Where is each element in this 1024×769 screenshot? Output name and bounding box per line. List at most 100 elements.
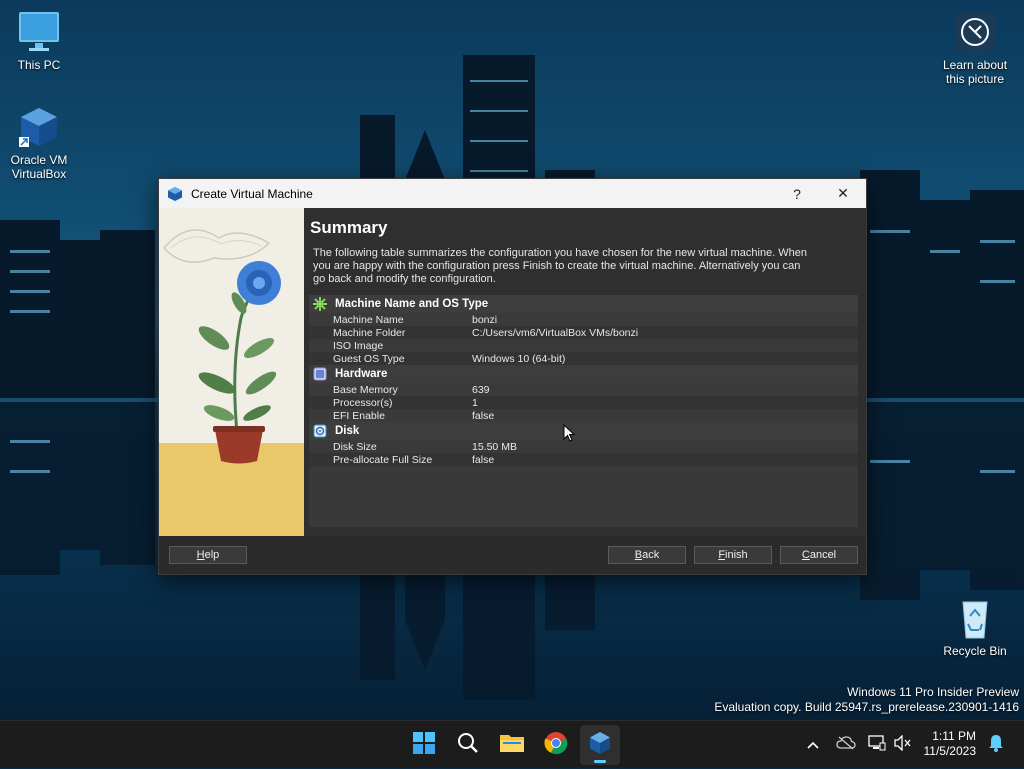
desktop-icon-this-pc[interactable]: This PC <box>0 10 79 72</box>
virtualbox-icon <box>167 186 183 202</box>
system-clock[interactable]: 1:11 PM 11/5/2023 <box>924 729 977 759</box>
row-key: ISO Image <box>333 339 384 352</box>
row-key: Disk Size <box>333 440 377 453</box>
desktop-icon-label: Oracle VM <box>10 153 68 167</box>
row-value: Windows 10 (64-bit) <box>472 352 566 365</box>
summary-row: Disk Size 15.50 MB <box>309 440 858 453</box>
row-value: 15.50 MB <box>472 440 517 453</box>
desktop-icon-recycle-bin[interactable]: Recycle Bin <box>935 596 1015 658</box>
desktop-icon-learn-about-picture[interactable]: Learn about this picture <box>935 10 1015 86</box>
show-hidden-icons-button[interactable] <box>802 721 824 769</box>
row-value: C:/Users/vm6/VirtualBox VMs/bonzi <box>472 326 639 339</box>
taskbar: 1:11 PM 11/5/2023 <box>0 720 1024 768</box>
row-key: Pre-allocate Full Size <box>333 453 433 466</box>
row-key: Machine Folder <box>333 326 406 339</box>
section-header: Machine Name and OS Type <box>309 295 858 313</box>
mnemonic: C <box>801 549 810 561</box>
row-key: EFI Enable <box>333 409 385 422</box>
dialog-titlebar[interactable]: Create Virtual Machine ? ✕ <box>159 179 866 208</box>
monitor-icon <box>17 10 61 54</box>
row-key: Processor(s) <box>333 396 393 409</box>
windows-watermark: Windows 11 Pro Insider Preview Evaluatio… <box>714 685 1019 715</box>
create-vm-dialog: Create Virtual Machine ? ✕ Summary The f… <box>158 178 867 575</box>
watermark-line: Windows 11 Pro Insider Preview <box>847 685 1019 699</box>
help-button[interactable]: Help <box>169 546 247 564</box>
desktop-icon-label: VirtualBox <box>11 167 67 181</box>
section-header: Disk <box>309 422 858 440</box>
section-title: Machine Name and OS Type <box>335 298 489 310</box>
search-icon <box>457 732 479 759</box>
network-tray-button[interactable] <box>866 721 888 769</box>
help-title-button[interactable]: ? <box>774 179 820 208</box>
wizard-illustration <box>159 208 304 536</box>
dialog-button-bar: Help Back Finish Cancel <box>159 536 866 574</box>
desktop-icon-label: this picture <box>945 72 1005 86</box>
dialog-title: Create Virtual Machine <box>191 186 313 201</box>
clock-time: 1:11 PM <box>932 729 976 743</box>
cancel-button[interactable]: Cancel <box>780 546 858 564</box>
file-explorer-button[interactable] <box>492 725 532 765</box>
summary-row: Machine Folder C:/Users/vm6/VirtualBox VM… <box>309 326 858 339</box>
network-icon <box>868 734 886 756</box>
chrome-button[interactable] <box>536 725 576 765</box>
row-value: 639 <box>472 383 490 396</box>
desktop-icon-label: Learn about <box>942 58 1008 72</box>
chevron-up-icon <box>807 736 819 754</box>
row-value: false <box>472 409 495 422</box>
summary-row: ISO Image <box>309 339 858 352</box>
row-key: Base Memory <box>333 383 398 396</box>
button-label: inish <box>725 549 748 561</box>
finish-button[interactable]: Finish <box>694 546 772 564</box>
desktop-icon-virtualbox[interactable]: Oracle VM VirtualBox <box>0 105 79 181</box>
row-key: Machine Name <box>333 313 404 326</box>
button-label: elp <box>204 549 220 561</box>
desktop-icon-label: This PC <box>17 58 61 72</box>
start-button[interactable] <box>404 725 444 765</box>
summary-row: Guest OS Type Windows 10 (64-bit) <box>309 352 858 365</box>
row-value: 1 <box>472 396 478 409</box>
section-title: Disk <box>335 425 360 437</box>
camera-lens-icon <box>953 10 997 54</box>
star-icon <box>313 297 327 311</box>
active-app-indicator <box>594 760 606 763</box>
summary-intro-text: The following table summarizes the confi… <box>313 247 808 285</box>
summary-row: Machine Name bonzi <box>309 313 858 326</box>
summary-page: Summary The following table summarizes t… <box>304 208 866 536</box>
summary-row: Processor(s) 1 <box>309 396 858 409</box>
row-key: Guest OS Type <box>333 352 405 365</box>
notifications-button[interactable] <box>984 721 1008 769</box>
button-label: ancel <box>809 549 837 561</box>
disk-icon <box>313 424 327 438</box>
search-button[interactable] <box>448 725 488 765</box>
summary-table[interactable]: Machine Name and OS Type Machine Name bon… <box>309 295 858 527</box>
volume-tray-button[interactable] <box>892 721 914 769</box>
summary-row: Base Memory 639 <box>309 383 858 396</box>
section-header: Hardware <box>309 365 858 383</box>
mnemonic: F <box>718 549 726 561</box>
row-value: false <box>472 453 495 466</box>
recycle-bin-icon <box>953 596 997 640</box>
virtualbox-cube-icon <box>17 105 61 149</box>
watermark-line: Evaluation copy. Build 25947.rs_prerelea… <box>714 700 1019 714</box>
cloud-offline-icon <box>836 735 856 755</box>
speaker-muted-icon <box>894 733 912 756</box>
onedrive-tray-button[interactable] <box>834 721 858 769</box>
mnemonic: B <box>634 549 643 561</box>
virtualbox-taskbar-button[interactable] <box>580 725 620 765</box>
chip-icon <box>313 367 327 381</box>
back-button[interactable]: Back <box>608 546 686 564</box>
bell-icon <box>988 734 1004 757</box>
section-title: Hardware <box>335 368 388 380</box>
chrome-icon <box>544 731 568 760</box>
summary-row: EFI Enable false <box>309 409 858 422</box>
close-button[interactable]: ✕ <box>820 179 866 208</box>
clock-date: 11/5/2023 <box>923 744 977 758</box>
mouse-cursor-icon <box>563 423 576 447</box>
desktop-icon-label: Recycle Bin <box>943 644 1007 658</box>
start-icon <box>413 731 435 759</box>
page-title: Summary <box>310 218 388 237</box>
mnemonic: H <box>196 549 205 561</box>
row-value: bonzi <box>472 313 498 326</box>
file-explorer-icon <box>499 732 525 759</box>
summary-row: Pre-allocate Full Size false <box>309 453 858 466</box>
